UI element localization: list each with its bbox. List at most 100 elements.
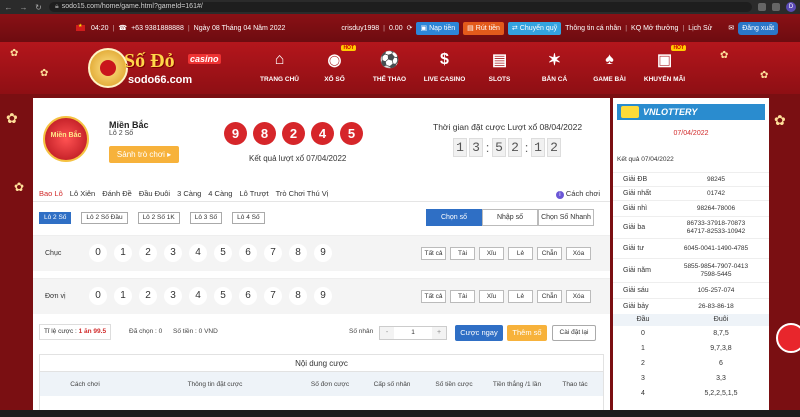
number-ball[interactable]: 8	[289, 287, 307, 305]
select-big-button[interactable]: Tài	[450, 247, 475, 260]
tab-bao-lo[interactable]: Bao Lô	[39, 186, 70, 201]
select-even-button[interactable]: Chẵn	[537, 290, 562, 303]
mode-chon-so[interactable]: Chọn số	[426, 209, 482, 226]
nav-home[interactable]: ⌂ TRANG CHỦ	[252, 48, 307, 92]
minus-button[interactable]: -	[380, 327, 394, 339]
clear-button[interactable]: Xóa	[566, 290, 591, 303]
extension-icon[interactable]	[772, 3, 780, 11]
number-ball[interactable]: 3	[164, 287, 182, 305]
mode-nhap-so[interactable]: Nhập số	[482, 209, 538, 226]
number-ball[interactable]: 0	[89, 287, 107, 305]
select-small-button[interactable]: Xỉu	[479, 290, 504, 303]
select-odd-button[interactable]: Lẻ	[508, 247, 533, 260]
deposit-button[interactable]: ▣ Nạp tiền	[416, 21, 460, 35]
number-ball[interactable]: 2	[139, 244, 157, 262]
notification-icon[interactable]: ✉	[728, 24, 734, 32]
multiplier-stepper: - 1 +	[379, 326, 447, 340]
row-label: Đơn vị	[45, 293, 66, 300]
select-all-button[interactable]: Tất cả	[421, 247, 446, 260]
add-number-button[interactable]: Thêm số	[507, 325, 547, 341]
number-ball[interactable]: 6	[239, 244, 257, 262]
results-link[interactable]: KQ Mở thưởng	[631, 25, 678, 32]
forward-icon[interactable]: →	[19, 3, 28, 12]
column-header: Số tiền cược	[435, 380, 473, 388]
plus-button[interactable]: +	[432, 327, 446, 339]
number-ball[interactable]: 4	[189, 287, 207, 305]
prize-name: Giải ba	[623, 224, 646, 231]
nav-live-casino[interactable]: $ LIVE CASINO	[417, 48, 472, 92]
tab-lo-xien[interactable]: Lô Xiên	[70, 186, 102, 201]
head-digit: 4	[641, 390, 645, 397]
number-ball[interactable]: 2	[139, 287, 157, 305]
select-odd-button[interactable]: Lẻ	[508, 290, 533, 303]
nav-promotions[interactable]: HOT ▣ KHUYẾN MÃI	[637, 45, 692, 92]
select-big-button[interactable]: Tài	[450, 290, 475, 303]
subtab-lo-2-so[interactable]: Lô 2 Số	[39, 212, 72, 224]
number-ball[interactable]: 4	[189, 244, 207, 262]
logo-name: Số Đỏ	[124, 50, 175, 72]
profile-avatar[interactable]: D	[786, 2, 796, 12]
tab-lo-truot[interactable]: Lô Trượt	[239, 186, 275, 201]
main-header: ✿ ✿ ✿ ✿ Số Đỏ casino sodo66.com ⌂ TRANG C…	[0, 42, 800, 94]
tail-digits: 8,7,5	[713, 330, 729, 337]
chat-bubble-icon[interactable]	[776, 323, 800, 353]
tab-danh-de[interactable]: Đánh Đề	[102, 186, 139, 201]
reset-button[interactable]: Cài đặt lại	[552, 325, 596, 341]
nav-fishing[interactable]: ✶ BẮN CÁ	[527, 48, 582, 92]
clear-button[interactable]: Xóa	[566, 247, 591, 260]
number-ball[interactable]: 0	[89, 244, 107, 262]
game-lobby-button[interactable]: Sảnh trò chơi ▸	[109, 146, 179, 163]
subtab-lo-2-so-1k[interactable]: Lô 2 Số 1K	[137, 212, 180, 224]
withdraw-button[interactable]: ▤ Rút tiền	[463, 21, 504, 35]
balance: 0.00	[388, 24, 403, 32]
site-logo[interactable]: Số Đỏ casino sodo66.com	[88, 46, 234, 90]
mode-chon-so-nhanh[interactable]: Chọn Số Nhanh	[538, 209, 594, 226]
back-icon[interactable]: ←	[4, 3, 13, 12]
subtab-lo-3-so[interactable]: Lô 3 Số	[189, 212, 223, 224]
number-ball[interactable]: 8	[289, 244, 307, 262]
number-ball[interactable]: 9	[314, 287, 332, 305]
subtab-lo-2-so-dau[interactable]: Lô 2 Số Đầu	[81, 212, 128, 224]
tab-4-cang[interactable]: 4 Càng	[208, 186, 239, 201]
prize-table: Giải ĐB 98245 Giải nhất 01742 Giải nhì 9826…	[613, 172, 769, 401]
nav-card-games[interactable]: ♠ GAME BÀI	[582, 48, 637, 92]
select-even-button[interactable]: Chẵn	[537, 247, 562, 260]
number-ball[interactable]: 1	[114, 287, 132, 305]
results-date[interactable]: 07/04/2022	[613, 130, 769, 137]
tab-tro-choi-thu-vi[interactable]: Trò Chơi Thú Vị	[276, 186, 336, 201]
multiplier-input[interactable]: 1	[394, 327, 432, 339]
select-all-button[interactable]: Tất cả	[421, 290, 446, 303]
extension-icon[interactable]	[758, 3, 766, 11]
number-ball[interactable]: 1	[114, 244, 132, 262]
reload-icon[interactable]: ↻	[34, 3, 43, 12]
how-to-play-link[interactable]: i Cách chơi	[555, 186, 600, 202]
info-icon: i	[555, 191, 564, 199]
blossom-icon: ✿	[40, 68, 49, 79]
history-link[interactable]: Lịch Sử	[688, 25, 712, 32]
transfer-button[interactable]: ⇄ Chuyển quỹ	[507, 21, 562, 35]
refresh-icon[interactable]: ⟳	[407, 24, 413, 32]
number-ball[interactable]: 7	[264, 244, 282, 262]
odds-box: Tỉ lệ cược : 1 ăn 99.5	[39, 324, 112, 340]
account-link[interactable]: Thông tin cá nhân	[565, 25, 621, 32]
select-small-button[interactable]: Xỉu	[479, 247, 504, 260]
number-ball[interactable]: 7	[264, 287, 282, 305]
column-header: Tiền thắng /1 lần	[492, 380, 542, 388]
bet-now-button[interactable]: Cược ngay	[455, 325, 503, 341]
nav-slots[interactable]: ▤ SLOTS	[472, 48, 527, 92]
head-tail-row: 26	[613, 356, 769, 371]
logout-button[interactable]: Đăng xuất	[738, 21, 779, 35]
number-ball[interactable]: 5	[214, 287, 232, 305]
number-ball[interactable]: 5	[214, 244, 232, 262]
address-bar[interactable]: 🔒︎ sodo15.com/home/game.html?gameId=161#/	[49, 2, 752, 12]
tab-dau-duoi[interactable]: Đầu Đuôi	[139, 186, 177, 201]
number-ball[interactable]: 6	[239, 287, 257, 305]
nav-sports[interactable]: ⚽ THỂ THAO	[362, 48, 417, 92]
clock-text: 04:20	[91, 24, 109, 32]
nav-lottery[interactable]: HOT ◉ XỔ SỐ	[307, 45, 362, 92]
tab-3-cang[interactable]: 3 Càng	[177, 186, 208, 201]
subtab-lo-4-so[interactable]: Lô 4 Số	[232, 212, 265, 224]
head-tail-row: 4 5,2,2,5,1,5	[613, 386, 769, 401]
number-ball[interactable]: 9	[314, 244, 332, 262]
number-ball[interactable]: 3	[164, 244, 182, 262]
